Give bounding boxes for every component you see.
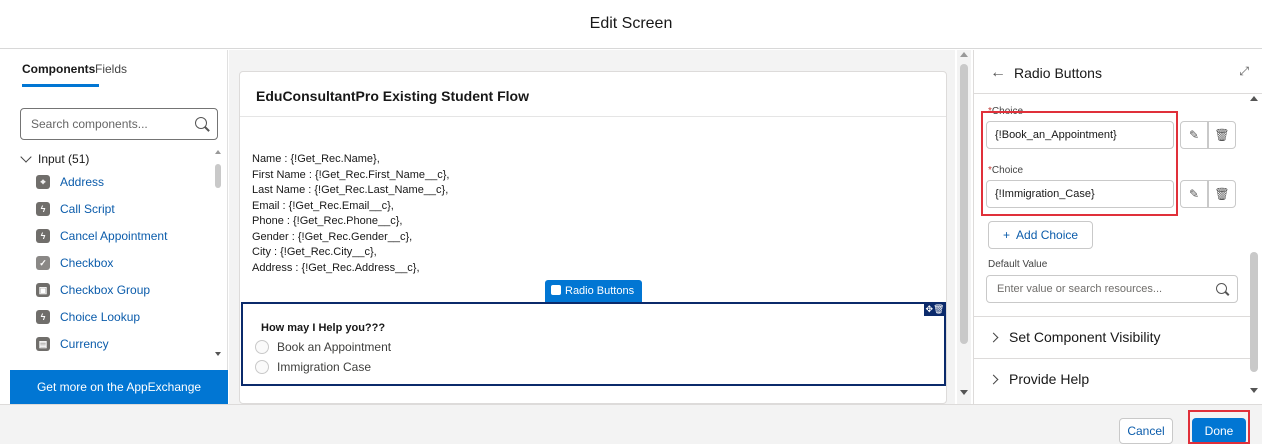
search-icon bbox=[195, 117, 207, 129]
scroll-down-icon[interactable] bbox=[1250, 388, 1258, 393]
modal-header: Edit Screen bbox=[0, 0, 1262, 48]
screen-card: EduConsultantPro Existing Student Flow N… bbox=[239, 71, 947, 404]
display-line: Email : {!Get_Rec.Email__c}, bbox=[252, 199, 394, 212]
properties-scrollbar[interactable] bbox=[1249, 96, 1259, 396]
default-value-placeholder: Enter value or search resources... bbox=[997, 283, 1163, 295]
palette-tabs: Components Fields bbox=[10, 50, 228, 90]
component-label: Checkbox Group bbox=[60, 283, 151, 297]
properties-title: Radio Buttons bbox=[1014, 65, 1102, 81]
scroll-up-icon[interactable] bbox=[960, 52, 968, 57]
highlight-box-choices bbox=[981, 111, 1178, 216]
radio-buttons-tag: Radio Buttons bbox=[545, 280, 643, 302]
default-value-input[interactable]: Enter value or search resources... bbox=[986, 275, 1238, 303]
search-placeholder: Search components... bbox=[31, 117, 148, 131]
chevron-right-icon bbox=[988, 374, 999, 385]
delete-choice-button[interactable]: 🗑 bbox=[1208, 180, 1236, 208]
section-label: Set Component Visibility bbox=[1009, 329, 1161, 345]
move-delete-icon[interactable]: ✥🗑 bbox=[924, 302, 946, 316]
properties-panel: ← Radio Buttons ⤢ *Choice {!Book_an_Appo… bbox=[973, 50, 1262, 404]
address-icon: ⌖ bbox=[36, 175, 50, 189]
radio-question: How may I Help you??? bbox=[261, 322, 386, 334]
back-arrow-icon[interactable]: ← bbox=[990, 64, 1006, 82]
tab-components[interactable]: Components bbox=[22, 62, 95, 76]
divider bbox=[240, 116, 946, 117]
checkbox-icon: ✓ bbox=[36, 256, 50, 270]
tab-fields[interactable]: Fields bbox=[95, 62, 127, 76]
cancel-button[interactable]: Cancel bbox=[1119, 418, 1173, 444]
display-line: Address : {!Get_Rec.Address__c}, bbox=[252, 261, 420, 274]
display-line: Gender : {!Get_Rec.Gender__c}, bbox=[252, 230, 413, 243]
display-line: Name : {!Get_Rec.Name}, bbox=[252, 153, 380, 165]
highlight-box-done bbox=[1188, 410, 1250, 444]
chevron-right-icon bbox=[988, 332, 999, 343]
currency-icon: ▤ bbox=[36, 337, 50, 351]
add-choice-label: Add Choice bbox=[1016, 228, 1079, 242]
component-call-script[interactable]: ϟ Call Script bbox=[36, 199, 115, 219]
radio-group-icon bbox=[551, 285, 561, 295]
component-label: Call Script bbox=[60, 202, 115, 216]
component-label: Choice Lookup bbox=[60, 310, 141, 324]
section-label: Provide Help bbox=[1009, 371, 1090, 387]
checkbox-group-icon: ▣ bbox=[36, 283, 50, 297]
component-label: Currency bbox=[60, 337, 109, 351]
default-value-label: Default Value bbox=[988, 259, 1048, 270]
add-choice-button[interactable]: + Add Choice bbox=[988, 221, 1094, 249]
radio-option-book[interactable]: Book an Appointment bbox=[255, 340, 391, 354]
component-choice-lookup[interactable]: ϟ Choice Lookup bbox=[36, 307, 140, 327]
section-provide-help[interactable]: Provide Help bbox=[974, 358, 1250, 398]
edit-choice-button[interactable]: ✎ bbox=[1180, 180, 1208, 208]
flow-title: EduConsultantPro Existing Student Flow bbox=[256, 88, 529, 104]
scrollbar-thumb[interactable] bbox=[1250, 252, 1258, 372]
radio-buttons-component[interactable]: ✥🗑 How may I Help you??? Book an Appoint… bbox=[241, 302, 946, 386]
display-line: Phone : {!Get_Rec.Phone__c}, bbox=[252, 215, 403, 227]
expand-icon[interactable]: ⤢ bbox=[1239, 64, 1249, 79]
scroll-up-icon[interactable] bbox=[1250, 96, 1258, 101]
input-group-toggle[interactable]: Input (51) bbox=[20, 151, 90, 166]
modal-footer bbox=[0, 404, 1262, 444]
chevron-down-icon bbox=[20, 151, 32, 163]
display-text-component[interactable]: Name : {!Get_Rec.Name}, First Name : {!G… bbox=[252, 152, 449, 276]
properties-header: ← Radio Buttons ⤢ bbox=[974, 50, 1262, 94]
component-checkbox[interactable]: ✓ Checkbox bbox=[36, 253, 113, 273]
radio-circle-icon bbox=[255, 360, 269, 374]
component-label: Checkbox bbox=[60, 256, 114, 270]
scroll-down-icon[interactable] bbox=[960, 390, 968, 395]
lightning-icon: ϟ bbox=[36, 310, 50, 324]
search-components-input[interactable]: Search components... bbox=[20, 108, 218, 140]
display-line: First Name : {!Get_Rec.First_Name__c}, bbox=[252, 168, 450, 181]
component-label: Address bbox=[60, 175, 105, 189]
edit-choice-button[interactable]: ✎ bbox=[1180, 121, 1208, 149]
appexchange-button[interactable]: Get more on the AppExchange bbox=[10, 370, 228, 404]
palette-scrollbar[interactable] bbox=[214, 150, 222, 360]
section-set-component-visibility[interactable]: Set Component Visibility bbox=[974, 316, 1250, 356]
modal-title: Edit Screen bbox=[589, 15, 673, 32]
component-address[interactable]: ⌖ Address bbox=[36, 172, 104, 192]
component-checkbox-group[interactable]: ▣ Checkbox Group bbox=[36, 280, 150, 300]
plus-icon: + bbox=[1003, 228, 1011, 242]
radio-tag-label: Radio Buttons bbox=[565, 285, 635, 297]
search-icon bbox=[1216, 283, 1227, 294]
lightning-icon: ϟ bbox=[36, 229, 50, 243]
active-tab-indicator bbox=[22, 84, 99, 87]
scrollbar-thumb[interactable] bbox=[960, 64, 968, 344]
scrollbar-thumb[interactable] bbox=[215, 164, 221, 188]
lightning-icon: ϟ bbox=[36, 202, 50, 216]
display-line: City : {!Get_Rec.City__c}, bbox=[252, 246, 377, 258]
canvas-scrollbar[interactable] bbox=[957, 50, 971, 404]
radio-option-immigration[interactable]: Immigration Case bbox=[255, 360, 371, 374]
input-group-label: Input (51) bbox=[38, 152, 90, 166]
scroll-up-icon[interactable] bbox=[215, 150, 221, 154]
screen-canvas: EduConsultantPro Existing Student Flow N… bbox=[229, 50, 955, 404]
component-cancel-appointment[interactable]: ϟ Cancel Appointment bbox=[36, 226, 167, 246]
delete-choice-button[interactable]: 🗑 bbox=[1208, 121, 1236, 149]
radio-option-label: Immigration Case bbox=[277, 360, 372, 374]
scroll-down-icon[interactable] bbox=[215, 352, 221, 356]
display-line: Last Name : {!Get_Rec.Last_Name__c}, bbox=[252, 184, 449, 196]
radio-circle-icon bbox=[255, 340, 269, 354]
radio-option-label: Book an Appointment bbox=[277, 340, 392, 354]
component-label: Cancel Appointment bbox=[60, 229, 168, 243]
component-currency[interactable]: ▤ Currency bbox=[36, 334, 109, 354]
